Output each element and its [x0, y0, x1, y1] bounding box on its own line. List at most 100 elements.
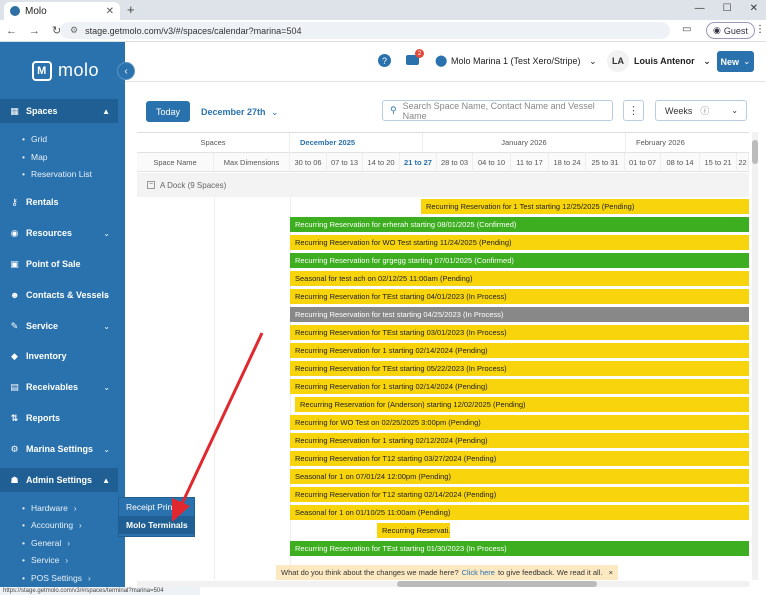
- sidebar-item-admin-settings[interactable]: ☗ Admin Settings ▲: [0, 468, 118, 492]
- week-header: 08 to 14: [661, 153, 700, 171]
- reservation-bar[interactable]: Recurring Reservation for TEst starting …: [290, 289, 749, 304]
- week-header: 25 to 31: [586, 153, 625, 171]
- sidebar-sub-accounting[interactable]: Accounting ›: [22, 520, 82, 530]
- week-header: 30 to 06: [290, 153, 327, 171]
- new-button[interactable]: New ⌄: [717, 51, 754, 72]
- collapse-sidebar-button[interactable]: ‹: [117, 62, 135, 80]
- reservation-bar[interactable]: Recurring Reservation for erherah starti…: [290, 217, 749, 232]
- month-header: December 2025: [290, 133, 423, 152]
- flyout-item-receipt-printers[interactable]: Receipt Printers: [119, 498, 194, 516]
- reservation-bar[interactable]: Recurring Reservation for 1 starting 02/…: [290, 379, 749, 394]
- reservation-bar[interactable]: Recurring Reservation for 1 starting 02/…: [290, 433, 749, 448]
- reservation-bar[interactable]: Seasonal for 1 on 01/10/25 11:00am (Pend…: [290, 505, 749, 520]
- reservation-bar[interactable]: Recurring Reservation for 1 starting 02/…: [290, 343, 749, 358]
- week-header: 04 to 10: [473, 153, 511, 171]
- mail-count-badge: 2: [415, 49, 424, 58]
- close-window-icon[interactable]: ✕: [750, 3, 758, 14]
- sidebar-sub-service[interactable]: Service ›: [22, 555, 68, 565]
- sidebar-sub-label: Service: [30, 555, 60, 565]
- reservation-bar[interactable]: Recurring Reservation for (Anderson) sta…: [295, 397, 749, 412]
- reservation-bar[interactable]: Recurring Reservation for TEst starting …: [290, 541, 749, 556]
- maximize-icon[interactable]: ☐: [723, 3, 732, 14]
- feedback-banner: What do you think about the changes we m…: [276, 565, 618, 580]
- reservation-bar[interactable]: Recurring Reservation for grgegg startin…: [290, 253, 749, 268]
- scroll-thumb[interactable]: [752, 140, 758, 164]
- dock-group-row[interactable]: − A Dock (9 Spaces): [137, 173, 749, 197]
- search-placeholder: Search Space Name, Contact Name and Vess…: [402, 100, 595, 121]
- column-divider: [214, 197, 215, 580]
- more-options-button[interactable]: ⋮: [623, 100, 644, 121]
- browser-menu-icon[interactable]: ⋮: [755, 24, 765, 35]
- cast-icon[interactable]: ▭: [682, 24, 691, 35]
- new-tab-icon[interactable]: +: [127, 2, 135, 17]
- reservation-bar[interactable]: Recurring Reservation for WO Test starti…: [290, 235, 749, 250]
- marina-selector[interactable]: Molo Marina 1 (Test Xero/Stripe) ⌄: [451, 56, 597, 67]
- today-button[interactable]: Today: [146, 101, 190, 122]
- sidebar-item-spaces[interactable]: ▦ Spaces ▲: [0, 99, 118, 123]
- feedback-link[interactable]: Click here: [462, 568, 495, 577]
- guest-profile-button[interactable]: ◉ Guest: [706, 22, 755, 39]
- vertical-scrollbar[interactable]: [752, 132, 758, 580]
- help-icon[interactable]: ?: [378, 54, 391, 67]
- sidebar-sub-general[interactable]: General ›: [22, 538, 70, 548]
- close-tab-icon[interactable]: ✕: [106, 6, 114, 17]
- sidebar-sub-label: General: [30, 538, 62, 548]
- date-picker[interactable]: December 27th ⌄: [201, 107, 279, 118]
- chevron-down-icon: ⌄: [703, 56, 711, 66]
- info-icon: ⓘ: [700, 106, 710, 116]
- search-input[interactable]: ⚲ Search Space Name, Contact Name and Ve…: [382, 100, 613, 121]
- back-icon[interactable]: ←: [6, 25, 17, 37]
- reservation-bar[interactable]: Recurring Reservation for TEst starting …: [290, 361, 749, 376]
- flyout-item-molo-terminals[interactable]: Molo Terminals: [119, 516, 194, 534]
- url-field[interactable]: ⚙ stage.getmolo.com/v3/#/spaces/calendar…: [60, 22, 670, 39]
- reservation-bar[interactable]: Recurring Reservation for 1 Test startin…: [421, 199, 749, 214]
- sidebar-item-label: Admin Settings: [26, 475, 93, 485]
- sidebar-item-point-of-sale[interactable]: ▣ Point of Sale: [0, 252, 118, 276]
- week-header: 18 to 24: [549, 153, 586, 171]
- sidebar-item-inventory[interactable]: ◆ Inventory: [0, 344, 118, 368]
- view-select[interactable]: Weeks ⓘ ⌄: [655, 100, 747, 121]
- chevron-down-icon: ⌄: [742, 56, 751, 66]
- mail-icon[interactable]: 2: [406, 49, 424, 65]
- tag-icon: ◆: [11, 350, 18, 361]
- sidebar-item-rentals[interactable]: ⚷ Rentals: [0, 190, 118, 214]
- reservation-bar[interactable]: Recurring Reservation for T12 starting 0…: [290, 451, 749, 466]
- sidebar-sub-hardware[interactable]: Hardware ›: [22, 503, 77, 513]
- week-header: 15 to 21: [700, 153, 737, 171]
- scroll-thumb[interactable]: [397, 581, 597, 587]
- week-header: 28 to 03: [437, 153, 473, 171]
- horizontal-scrollbar[interactable]: [137, 581, 749, 587]
- sidebar-sub-pos-settings[interactable]: POS Settings ›: [22, 573, 91, 583]
- grid-icon: ▦: [10, 105, 19, 116]
- forward-icon[interactable]: →: [29, 25, 40, 37]
- minimize-icon[interactable]: —: [695, 3, 705, 14]
- sidebar-item-receivables[interactable]: ▤ Receivables ⌄: [0, 375, 118, 399]
- sidebar-item-resources[interactable]: ◉ Resources ⌄: [0, 221, 118, 245]
- location-pin-icon: ⬤: [435, 55, 448, 67]
- reservation-bar[interactable]: Recurring Reservation for TEst starting …: [290, 325, 749, 340]
- browser-tab[interactable]: Molo ✕: [4, 2, 120, 20]
- avatar[interactable]: LA: [607, 50, 629, 72]
- close-icon[interactable]: ×: [609, 568, 613, 577]
- week-header: 01 to 07: [625, 153, 661, 171]
- user-menu[interactable]: Louis Antenor ⌄: [634, 56, 711, 67]
- reservation-bar[interactable]: Recurring for WO Test on 02/25/2025 3:00…: [290, 415, 749, 430]
- week-header: 22: [737, 153, 749, 171]
- reservation-bar[interactable]: Seasonal for 1 on 07/01/24 12:00pm (Pend…: [290, 469, 749, 484]
- sidebar-sub-reservation-list[interactable]: Reservation List: [22, 169, 92, 179]
- sidebar-item-contacts-vessels[interactable]: ☻ Contacts & Vessels ⌄: [0, 283, 118, 307]
- sidebar-item-marina-settings[interactable]: ⚙ Marina Settings ⌄: [0, 437, 118, 461]
- sidebar-sub-map[interactable]: Map: [22, 152, 48, 162]
- sidebar-sub-label: Reservation List: [30, 169, 92, 179]
- sidebar-item-label: Reports: [26, 413, 61, 423]
- reservation-bar[interactable]: Recurring Reservation for test starting …: [290, 307, 749, 322]
- reservation-bar[interactable]: Recurring Reservati...: [377, 523, 450, 538]
- sidebar-item-reports[interactable]: ⇅ Reports: [0, 406, 118, 430]
- sidebar-item-service[interactable]: ✎ Service ⌄: [0, 314, 118, 338]
- collapse-group-icon[interactable]: −: [147, 181, 155, 189]
- site-info-icon[interactable]: ⚙: [70, 25, 78, 36]
- sidebar-sub-grid[interactable]: Grid: [22, 134, 47, 144]
- reservation-bar[interactable]: Seasonal for test ach on 02/12/25 11:00a…: [290, 271, 749, 286]
- molo-logo[interactable]: M molo: [32, 60, 99, 81]
- reservation-bar[interactable]: Recurring Reservation for T12 starting 0…: [290, 487, 749, 502]
